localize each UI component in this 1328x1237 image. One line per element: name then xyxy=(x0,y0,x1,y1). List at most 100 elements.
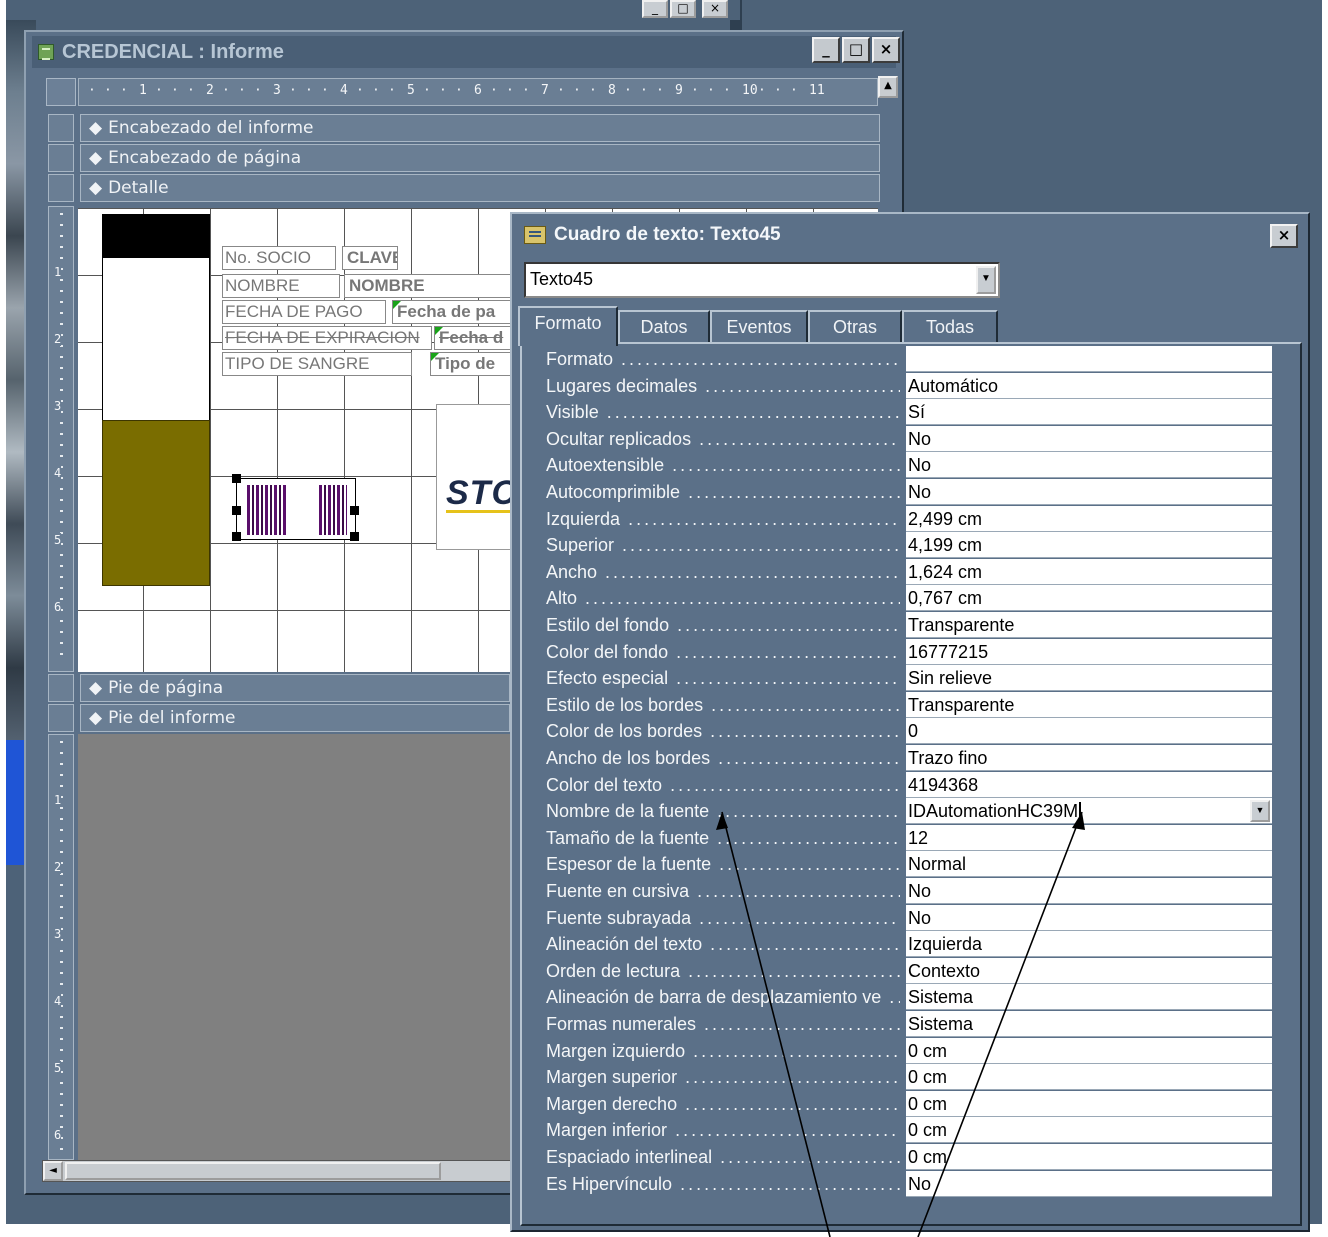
property-row[interactable]: Alineación del texto ...................… xyxy=(538,931,1282,958)
horizontal-ruler[interactable]: 1 · · · 2 · · · 3 · · · 4 · · · 5 · · · 6 · · · 7 · · · 8 · · · 9 · · · 10 · ·… xyxy=(78,78,878,106)
barcode-textbox-texto45[interactable] xyxy=(236,478,356,540)
property-row[interactable]: Espaciado interlineal ..................… xyxy=(538,1144,1282,1170)
resize-handle[interactable] xyxy=(232,532,241,541)
property-row[interactable]: Margen inferior ........................… xyxy=(538,1117,1282,1144)
property-value[interactable]: No xyxy=(906,904,1272,931)
property-value[interactable]: 12 xyxy=(906,824,1272,851)
property-row[interactable]: Autoextensible .........................… xyxy=(538,452,1282,479)
ruler-corner[interactable] xyxy=(46,78,76,106)
field-clave[interactable]: CLAVE xyxy=(342,246,398,270)
property-value[interactable]: 2,499 cm xyxy=(906,505,1272,532)
scroll-up-button[interactable]: ▲ xyxy=(878,76,898,98)
property-row[interactable]: Formato ................................… xyxy=(538,346,1282,372)
property-value[interactable]: 4194368 xyxy=(906,771,1272,798)
property-row[interactable]: Estilo de los bordes ...................… xyxy=(538,691,1282,718)
section-selector-page-header[interactable] xyxy=(48,144,74,172)
property-value[interactable]: Transparente xyxy=(906,691,1272,718)
detail-vertical-ruler[interactable]: 1 2 3 4 5 6 xyxy=(48,206,74,672)
property-value[interactable]: 0 cm xyxy=(906,1037,1272,1064)
chevron-down-icon[interactable]: ▼ xyxy=(976,266,996,294)
property-row[interactable]: Estilo del fondo .......................… xyxy=(538,612,1282,638)
property-row[interactable]: Superior ...............................… xyxy=(538,532,1282,559)
resize-handle[interactable] xyxy=(350,532,359,541)
property-row[interactable]: Alto ...................................… xyxy=(538,585,1282,612)
report-close-button[interactable]: × xyxy=(872,37,900,63)
label-tipo-de-sangre[interactable]: TIPO DE SANGRE xyxy=(222,352,412,376)
property-value[interactable]: No xyxy=(906,479,1272,505)
property-row[interactable]: Ocultar replicados .....................… xyxy=(538,425,1282,452)
chevron-down-icon[interactable]: ▼ xyxy=(1250,800,1270,823)
object-selector-combobox[interactable]: Texto45 ▼ xyxy=(524,262,1000,298)
section-report-footer[interactable]: ◆ Pie del informe xyxy=(80,704,510,732)
property-sheet-close-button[interactable]: × xyxy=(1270,224,1298,248)
property-value[interactable]: Normal xyxy=(906,851,1272,878)
property-row[interactable]: Ancho ..................................… xyxy=(538,558,1282,585)
section-page-footer[interactable]: ◆ Pie de página xyxy=(80,674,510,702)
property-row[interactable]: Margen superior ........................… xyxy=(538,1064,1282,1091)
label-fecha-de-expiracion[interactable]: FECHA DE EXPIRACION xyxy=(222,326,432,350)
property-row[interactable]: Nombre de la fuente ....................… xyxy=(538,798,1282,825)
property-value[interactable]: Contexto xyxy=(906,957,1272,984)
property-row[interactable]: Color del texto ........................… xyxy=(538,771,1282,798)
property-row[interactable]: Es Hipervínculo ........................… xyxy=(538,1170,1282,1197)
property-value[interactable]: Sí xyxy=(906,399,1272,426)
property-value[interactable]: No xyxy=(906,878,1272,904)
section-selector-report-header[interactable] xyxy=(48,114,74,142)
scroll-thumb[interactable] xyxy=(65,1162,441,1180)
property-row[interactable]: Ancho de los bordes ....................… xyxy=(538,745,1282,771)
property-row[interactable]: Margen derecho .........................… xyxy=(538,1090,1282,1117)
property-value[interactable]: Izquierda xyxy=(906,931,1272,958)
property-value[interactable]: No xyxy=(906,425,1272,452)
property-row[interactable]: Efecto especial ........................… xyxy=(538,665,1282,692)
property-value[interactable]: 0 cm xyxy=(906,1117,1272,1144)
property-row[interactable]: Lugares decimales ......................… xyxy=(538,372,1282,399)
property-value[interactable]: 0 cm xyxy=(906,1090,1272,1117)
property-value[interactable]: 0 cm xyxy=(906,1064,1272,1091)
resize-handle[interactable] xyxy=(232,506,241,515)
tab-todas[interactable]: Todas xyxy=(902,310,998,344)
property-value[interactable]: 1,624 cm xyxy=(906,558,1272,585)
report-titlebar[interactable]: CREDENCIAL : Informe xyxy=(32,36,896,68)
property-value[interactable]: Sistema xyxy=(906,1011,1272,1037)
property-row[interactable]: Margen izquierdo .......................… xyxy=(538,1037,1282,1064)
tab-eventos[interactable]: Eventos xyxy=(710,310,808,344)
property-row[interactable]: Fuente en cursiva ......................… xyxy=(538,878,1282,904)
tab-datos[interactable]: Datos xyxy=(618,310,710,344)
footer-vertical-ruler[interactable]: 1 2 3 4 5 6 xyxy=(48,734,74,1160)
property-value[interactable]: Sistema xyxy=(906,984,1272,1011)
property-row[interactable]: Formas numerales .......................… xyxy=(538,1011,1282,1037)
tab-otras[interactable]: Otras xyxy=(808,310,902,344)
label-no-socio[interactable]: No. SOCIO xyxy=(222,246,336,270)
property-row[interactable]: Visible ................................… xyxy=(538,399,1282,426)
property-value[interactable]: 0 xyxy=(906,718,1272,745)
property-value[interactable]: 0 cm xyxy=(906,1144,1272,1170)
section-selector-page-footer[interactable] xyxy=(48,674,74,702)
report-minimize-button[interactable]: _ xyxy=(812,37,840,63)
background-maximize-button[interactable]: □ xyxy=(670,0,696,18)
property-row[interactable]: Color de los bordes ....................… xyxy=(538,718,1282,745)
label-nombre[interactable]: NOMBRE xyxy=(222,274,340,298)
property-row[interactable]: Fuente subrayada .......................… xyxy=(538,904,1282,931)
resize-handle[interactable] xyxy=(232,474,241,483)
section-report-header[interactable]: ◆ Encabezado del informe xyxy=(80,114,880,142)
scroll-left-button[interactable]: ◄ xyxy=(43,1161,63,1181)
photo-placeholder[interactable] xyxy=(102,258,210,420)
header-black-bar[interactable] xyxy=(102,214,210,258)
property-value[interactable]: 16777215 xyxy=(906,638,1272,665)
section-selector-detail[interactable] xyxy=(48,174,74,202)
background-minimize-button[interactable]: _ xyxy=(642,0,668,18)
property-row[interactable]: Autocomprimible ........................… xyxy=(538,479,1282,505)
property-value[interactable] xyxy=(906,346,1272,372)
section-selector-report-footer[interactable] xyxy=(48,704,74,732)
label-fecha-de-pago[interactable]: FECHA DE PAGO xyxy=(222,300,386,324)
section-detail[interactable]: ◆ Detalle xyxy=(80,174,880,202)
property-row[interactable]: Espesor de la fuente ...................… xyxy=(538,851,1282,878)
property-row[interactable]: Orden de lectura .......................… xyxy=(538,957,1282,984)
property-row[interactable]: Izquierda ..............................… xyxy=(538,505,1282,532)
resize-handle[interactable] xyxy=(350,506,359,515)
property-value[interactable]: IDAutomationHC39M ▼ xyxy=(906,798,1272,825)
property-value[interactable]: Automático xyxy=(906,372,1272,399)
property-row[interactable]: Tamaño de la fuente ....................… xyxy=(538,824,1282,851)
background-close-button[interactable]: × xyxy=(702,0,728,18)
property-sheet-titlebar[interactable]: Cuadro de texto: Texto45 xyxy=(518,220,1302,250)
